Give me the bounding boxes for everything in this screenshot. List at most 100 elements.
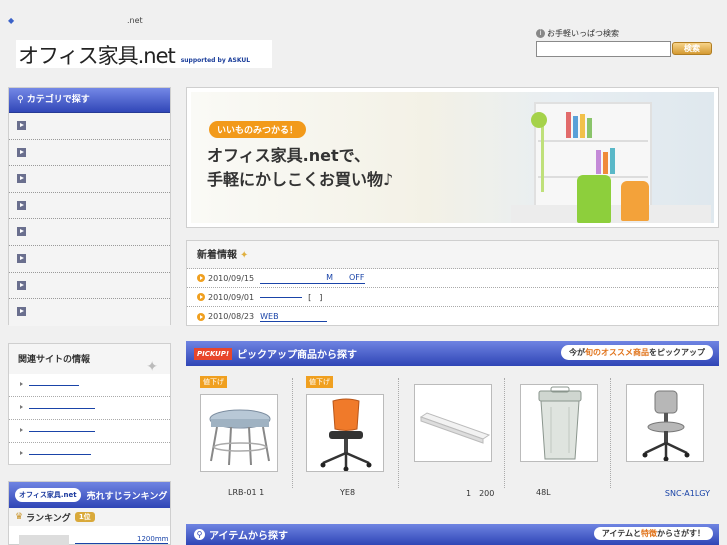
arrow-circle-icon [197, 293, 205, 301]
product-code: LRB-01 1 [228, 488, 265, 497]
item-search-title: アイテムから探す [209, 531, 288, 542]
pickup-badge: PICKUP! [194, 347, 233, 360]
news-link[interactable]: M OFF [260, 272, 365, 284]
pickup-title: ピックアップ商品から探す [237, 350, 358, 361]
category-box: ⚲ カテゴリで探す [8, 87, 171, 326]
product-code: 48L [536, 488, 551, 497]
arrow-circle-icon [197, 274, 205, 282]
related-link[interactable] [9, 374, 170, 397]
bullet-icon: ◆ [8, 16, 15, 25]
news-title: 新着情報 [197, 250, 237, 261]
news-row: 2010/09/15 M OFF [187, 269, 718, 288]
site-logo[interactable]: オフィス家具.net supported by ASKUL [16, 40, 272, 68]
divider [398, 378, 399, 488]
arrow-right-icon [17, 200, 26, 210]
search-input[interactable] [536, 41, 671, 57]
category-item[interactable] [9, 166, 170, 193]
product-code: YE8 [340, 488, 356, 497]
product-image-trash-bin[interactable] [520, 384, 598, 462]
product-code[interactable]: SNC-A1LGY [622, 488, 710, 500]
news-date: 2010/09/15 [208, 273, 255, 283]
info-icon: i [536, 29, 545, 38]
category-item[interactable] [9, 245, 170, 273]
divider [610, 378, 611, 488]
header-tagline: .net [127, 16, 143, 25]
desk-illustration [511, 205, 711, 223]
search-icon: ⚲ [17, 95, 27, 105]
price-down-tag: 値下げ [306, 376, 333, 388]
arrow-right-icon [17, 280, 26, 290]
sparkle-icon: ✦ [240, 250, 249, 261]
plant-illustration [531, 112, 547, 128]
related-link[interactable] [9, 443, 170, 466]
triangle-icon [20, 451, 23, 455]
first-place-badge: 1位 [74, 512, 95, 522]
category-item[interactable] [9, 139, 170, 167]
arrow-right-icon [17, 174, 26, 184]
ranking-box: オフィス家具.net 売れすじランキング ♛ ランキング 1位 1200mm [8, 481, 171, 545]
search-label-text: お手軽いっぱつ検索 [547, 29, 619, 38]
pickup-products: 値下げ LRB-01 1 値下げ YE8 1 200 48L SNC-A1LGY [186, 366, 719, 512]
category-item[interactable] [9, 113, 170, 140]
news-row: 2010/09/01 [ ] [187, 288, 718, 307]
triangle-icon [20, 382, 23, 386]
search-button[interactable]: 検索 [672, 42, 712, 55]
arrow-circle-icon [197, 312, 205, 321]
news-link[interactable] [260, 296, 303, 298]
divider [292, 378, 293, 488]
logo-main-text: オフィス家具.net [18, 44, 176, 68]
ranking-sub-label: ランキング [26, 513, 71, 524]
search-icon: ⚲ [194, 529, 205, 540]
banner-line-2: 手軽にかしこくお買い物♪ [207, 170, 394, 189]
product-code: 1 200 [466, 489, 495, 498]
triangle-icon [20, 405, 23, 409]
arrow-right-icon [17, 227, 26, 237]
item-search-tagline: アイテムと特徴からさがす！ [593, 527, 713, 540]
category-item[interactable] [9, 299, 170, 326]
item-search-header: ⚲ アイテムから探す アイテムと特徴からさがす！ [186, 524, 719, 545]
related-sites-box: 関連サイトの情報 ✦ [8, 343, 171, 465]
product-image-office-chair[interactable] [306, 394, 384, 472]
ranking-header: オフィス家具.net 売れすじランキング [9, 482, 170, 508]
news-box: 新着情報 ✦ 2010/09/15 M OFF 2010/09/01 [ ] 20… [186, 240, 719, 326]
category-title: カテゴリで探す [26, 95, 90, 105]
orange-chair-illustration [621, 181, 649, 221]
banner-pill: いいものみつかる！ [209, 121, 307, 138]
divider [504, 378, 505, 488]
news-bracket: [ ] [308, 292, 323, 302]
category-item[interactable] [9, 219, 170, 246]
arrow-right-icon [17, 253, 26, 263]
ranking-thumbnail[interactable] [19, 535, 69, 545]
banner-line-1: オフィス家具.netで、 [207, 146, 371, 165]
related-link[interactable] [9, 420, 170, 443]
category-item[interactable] [9, 272, 170, 300]
news-date: 2010/08/23 [208, 312, 255, 321]
product-image-panel[interactable] [414, 384, 492, 462]
triangle-icon [20, 428, 23, 432]
hero-banner[interactable]: いいものみつかる！ オフィス家具.netで、 手軽にかしこくお買い物♪ [186, 87, 719, 228]
category-item[interactable] [9, 192, 170, 220]
arrow-right-icon [17, 121, 26, 130]
arrow-right-icon [17, 307, 26, 317]
green-chair-illustration [577, 175, 611, 223]
price-down-tag: 値下げ [200, 376, 227, 388]
ranking-subheader: ♛ ランキング 1位 [9, 508, 170, 526]
news-row: 2010/08/23 WEB [187, 307, 718, 326]
product-image-stool[interactable] [200, 394, 278, 472]
related-sites-header: 関連サイトの情報 ✦ [9, 344, 170, 375]
crown-icon: ♛ [15, 512, 24, 522]
news-link[interactable]: WEB [260, 312, 327, 322]
related-link[interactable] [9, 397, 170, 420]
logo-sub-text: supported by ASKUL [180, 57, 251, 64]
arrow-right-icon [17, 147, 26, 157]
pickup-header: PICKUP! ピックアップ商品から探す 今が旬のオススメ商品をピックアップ [186, 341, 719, 366]
header: ◆ .net オフィス家具.net supported by ASKUL i お… [0, 0, 727, 84]
banner-headline: オフィス家具.netで、 手軽にかしこくお買い物♪ [207, 144, 393, 192]
news-date: 2010/09/01 [208, 292, 255, 302]
category-header: ⚲ カテゴリで探す [9, 88, 170, 113]
lamp-illustration [541, 122, 544, 192]
pickup-tagline: 今が旬のオススメ商品をピックアップ [561, 345, 713, 360]
ranking-item-link[interactable]: 1200mm [75, 535, 169, 544]
hero-banner-image: いいものみつかる！ オフィス家具.netで、 手軽にかしこくお買い物♪ [191, 92, 714, 223]
product-image-task-chair[interactable] [626, 384, 704, 462]
